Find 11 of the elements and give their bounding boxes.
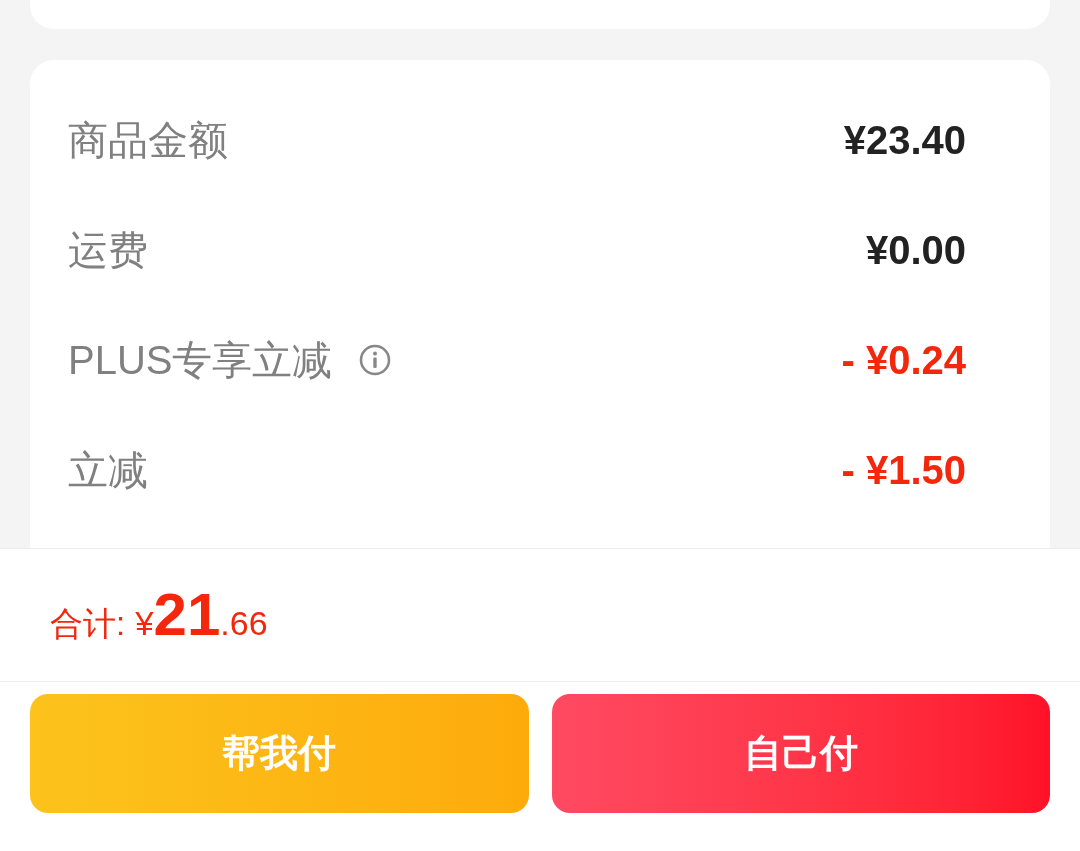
price-label: 运费 (68, 227, 148, 274)
info-icon[interactable] (358, 344, 391, 376)
pay-button[interactable]: 自己付 (551, 694, 1050, 813)
total-amount: 合计: ¥21.66 (50, 583, 268, 647)
price-value: - ¥1.50 (841, 447, 966, 494)
price-label: PLUS专享立减 (68, 337, 333, 384)
price-value: - ¥0.24 (841, 337, 966, 384)
price-value: ¥23.40 (843, 117, 966, 164)
price-label: 商品金额 (68, 117, 228, 164)
price-label: 立减 (68, 447, 148, 494)
price-value: ¥0.00 (865, 227, 966, 274)
